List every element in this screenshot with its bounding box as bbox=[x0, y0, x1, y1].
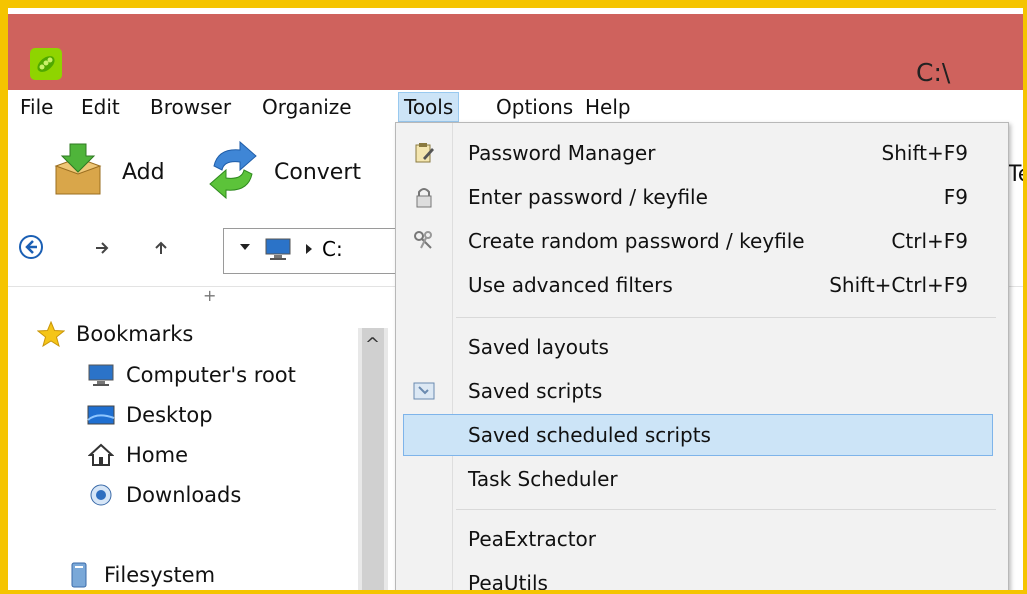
desktop-icon bbox=[86, 404, 116, 426]
menu-tools[interactable]: Tools bbox=[398, 92, 460, 122]
menu-item-shortcut: Shift+F9 bbox=[881, 141, 968, 165]
add-button[interactable]: Add bbox=[48, 134, 178, 204]
script-icon bbox=[412, 379, 436, 403]
sidebar-item-computers-root[interactable]: Computer's root bbox=[86, 363, 296, 387]
menu-item-label: Password Manager bbox=[468, 141, 656, 165]
menu-item-shortcut: Shift+Ctrl+F9 bbox=[829, 273, 968, 297]
menu-item-password-manager[interactable]: Password Manager Shift+F9 bbox=[396, 133, 1008, 173]
toolbar-cut-label[interactable]: Te bbox=[1008, 162, 1023, 187]
menu-item-task-scheduler[interactable]: Task Scheduler bbox=[396, 459, 1008, 499]
sidebar-item-desktop[interactable]: Desktop bbox=[86, 403, 213, 427]
menu-item-advanced-filters[interactable]: Use advanced filters Shift+Ctrl+F9 bbox=[396, 265, 1008, 305]
menu-item-shortcut: F9 bbox=[943, 185, 968, 209]
add-box-icon bbox=[48, 142, 108, 202]
back-icon[interactable] bbox=[18, 234, 44, 265]
sidebar-item-filesystem[interactable]: Filesystem bbox=[64, 562, 216, 588]
menu-help[interactable]: Help bbox=[585, 95, 631, 119]
menu-item-peautils[interactable]: PeaUtils bbox=[396, 563, 1008, 590]
sidebar-item-downloads[interactable]: Downloads bbox=[86, 483, 241, 507]
menu-item-label: Create random password / keyfile bbox=[468, 229, 805, 253]
menu-separator bbox=[456, 509, 996, 510]
address-path: C: bbox=[322, 237, 343, 261]
scroll-up-icon[interactable]: ^ bbox=[365, 334, 380, 355]
convert-label: Convert bbox=[274, 160, 361, 185]
menu-item-saved-scheduled-scripts[interactable]: Saved scheduled scripts bbox=[403, 414, 993, 456]
menu-organize[interactable]: Organize bbox=[262, 95, 352, 119]
tree-expand-handle[interactable]: + bbox=[203, 286, 216, 305]
sidebar-item-label: Desktop bbox=[126, 403, 213, 427]
keys-icon bbox=[412, 229, 436, 253]
sidebar-item-label: Filesystem bbox=[104, 563, 216, 587]
add-label: Add bbox=[122, 160, 165, 185]
app-logo-icon[interactable] bbox=[30, 48, 62, 80]
menu-item-saved-layouts[interactable]: Saved layouts bbox=[396, 327, 1008, 367]
menu-item-label: Use advanced filters bbox=[468, 273, 673, 297]
menu-edit[interactable]: Edit bbox=[81, 95, 120, 119]
home-icon bbox=[86, 443, 116, 466]
up-arrow-icon[interactable] bbox=[151, 238, 171, 263]
star-icon bbox=[36, 321, 66, 347]
sidebar-scrollbar[interactable] bbox=[358, 328, 388, 590]
address-bar[interactable]: C: bbox=[223, 228, 405, 274]
tools-dropdown-menu: Password Manager Shift+F9 Enter password… bbox=[395, 122, 1009, 590]
menu-item-label: Saved layouts bbox=[468, 335, 609, 359]
history-dropdown-icon[interactable] bbox=[238, 239, 252, 258]
menu-item-label: Saved scripts bbox=[468, 379, 603, 403]
menu-item-label: Enter password / keyfile bbox=[468, 185, 708, 209]
path-separator-icon[interactable] bbox=[304, 241, 314, 260]
menu-options[interactable]: Options bbox=[496, 95, 573, 119]
sidebar-item-label: Downloads bbox=[126, 483, 242, 507]
menu-item-label: PeaExtractor bbox=[468, 527, 596, 551]
monitor-icon bbox=[86, 364, 116, 386]
computer-icon bbox=[264, 237, 292, 265]
menu-item-shortcut: Ctrl+F9 bbox=[891, 229, 968, 253]
menu-item-create-random-password[interactable]: Create random password / keyfile Ctrl+F9 bbox=[396, 221, 1008, 261]
forward-arrow-icon[interactable] bbox=[92, 238, 112, 263]
menu-item-label: PeaUtils bbox=[468, 571, 548, 590]
sidebar-item-label: Computer's root bbox=[126, 363, 296, 387]
sidebar-item-home[interactable]: Home bbox=[86, 443, 188, 467]
filesystem-icon bbox=[64, 562, 94, 588]
menu-bar: File Edit Browser Organize Tools Options… bbox=[8, 90, 1023, 124]
lock-icon bbox=[412, 185, 436, 209]
menu-separator bbox=[456, 317, 996, 318]
menu-file[interactable]: File bbox=[20, 95, 53, 119]
sidebar-item-bookmarks[interactable]: Bookmarks bbox=[36, 321, 194, 347]
menu-item-saved-scripts[interactable]: Saved scripts bbox=[396, 371, 1008, 411]
menu-item-label: Task Scheduler bbox=[468, 467, 618, 491]
sidebar-item-label: Home bbox=[126, 443, 189, 467]
menu-item-enter-password[interactable]: Enter password / keyfile F9 bbox=[396, 177, 1008, 217]
sidebar-item-label: Bookmarks bbox=[76, 322, 194, 346]
menu-item-peaextractor[interactable]: PeaExtractor bbox=[396, 519, 1008, 559]
title-bar: C:\ bbox=[8, 14, 1023, 90]
convert-button[interactable]: Convert bbox=[204, 134, 384, 204]
convert-arrows-icon bbox=[204, 140, 262, 204]
app-window: C:\ File Edit Browser Organize Tools Opt… bbox=[8, 8, 1023, 590]
downloads-icon bbox=[86, 484, 116, 506]
scrollbar-thumb[interactable] bbox=[362, 328, 384, 590]
menu-browser[interactable]: Browser bbox=[150, 95, 231, 119]
menu-item-label: Saved scheduled scripts bbox=[468, 423, 711, 447]
window-title: C:\ bbox=[916, 58, 951, 87]
notepad-icon bbox=[412, 141, 436, 165]
